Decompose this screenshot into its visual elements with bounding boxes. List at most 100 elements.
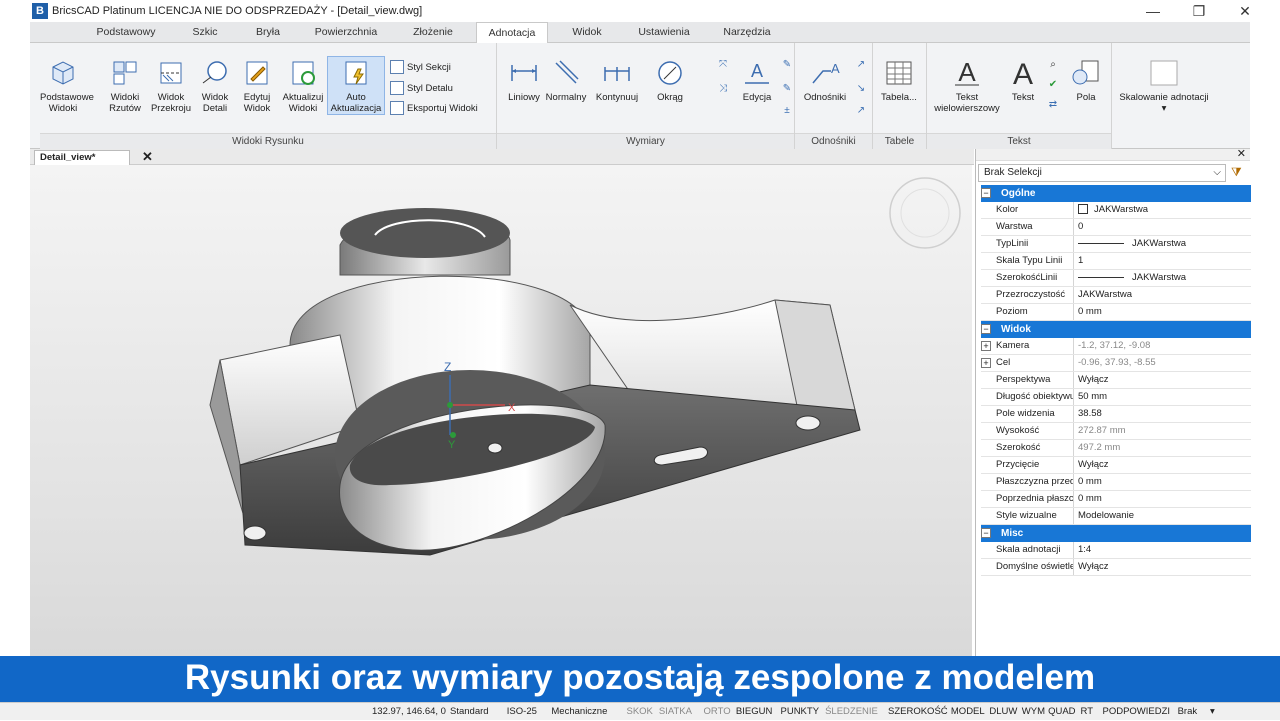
status-toggle[interactable]: SZEROKOŚĆ	[888, 703, 948, 721]
status-toggle[interactable]: ŚLEDZENIE	[825, 703, 878, 721]
dim-style-icon[interactable]: ✎	[779, 59, 795, 73]
property-value[interactable]: JAKWarstwa	[1078, 236, 1186, 252]
find-text-icon[interactable]: ⌕	[1045, 59, 1061, 73]
property-row[interactable]: Długość obiektywu 50 mm	[981, 389, 1251, 406]
status-toggle[interactable]: SKOK	[627, 703, 653, 721]
normalny-button[interactable]: Normalny	[543, 57, 589, 103]
pola-button[interactable]: Pola	[1065, 57, 1107, 103]
edycja-button[interactable]: A Edycja	[734, 57, 780, 103]
property-row[interactable]: Skala Typu Linii 1	[981, 253, 1251, 270]
property-row[interactable]: Wysokość 272.87 mm	[981, 423, 1251, 440]
widok-przekroju-button[interactable]: Widok Przekroju	[148, 57, 194, 114]
dim-tool-icon[interactable]: ⤧	[715, 59, 731, 73]
tab-powierzchnia[interactable]: Powierzchnia	[302, 22, 390, 43]
status-toggle[interactable]: QUAD	[1048, 703, 1075, 721]
filter-icon[interactable]: ⧩	[1231, 165, 1247, 181]
property-value[interactable]: 50 mm	[1078, 389, 1107, 405]
auto-aktualizacja-button[interactable]: Auto Aktualizacja	[327, 56, 385, 115]
skalowanie-adnotacji-button[interactable]: Skalowanie adnotacji ▾	[1115, 57, 1213, 114]
status-toggle[interactable]: Standard	[450, 703, 489, 721]
tabela-button[interactable]: Tabela...	[876, 57, 922, 103]
status-toggle[interactable]: PODPOWIEDZI	[1103, 703, 1171, 721]
dim-style-icon[interactable]: ±	[779, 105, 795, 119]
tab-zlozenie[interactable]: Złożenie	[394, 22, 472, 43]
tab-ustawienia[interactable]: Ustawienia	[624, 22, 704, 43]
property-row[interactable]: Domyślne oświetlenie Wyłącz	[981, 559, 1251, 576]
close-tab-icon[interactable]: ✕	[142, 149, 153, 165]
property-value[interactable]: -0.96, 37.93, -8.55	[1078, 355, 1156, 371]
tekst-button[interactable]: A Tekst	[1003, 57, 1043, 103]
widoki-rzutow-button[interactable]: Widoki Rzutów	[102, 57, 148, 114]
status-toggle[interactable]: DLUW	[989, 703, 1017, 721]
view-compass[interactable]	[889, 177, 961, 249]
property-row[interactable]: Skala adnotacji 1:4	[981, 542, 1251, 559]
property-value[interactable]: Wyłącz	[1078, 372, 1109, 388]
tab-adnotacja[interactable]: Adnotacja	[476, 22, 548, 44]
property-value[interactable]: 1:4	[1078, 542, 1091, 558]
tab-narzedzia[interactable]: Narzędzia	[710, 22, 784, 43]
odnosniki-button[interactable]: A Odnośniki	[799, 57, 851, 103]
minimize-button[interactable]: —	[1130, 0, 1176, 22]
status-toggle[interactable]: SIATKA	[659, 703, 692, 721]
property-section[interactable]: − Misc	[981, 525, 1251, 542]
podstawowe-widoki-button[interactable]: Podstawowe Widoki	[40, 57, 94, 114]
property-row[interactable]: Perspektywa Wyłącz	[981, 372, 1251, 389]
status-toggle[interactable]: ▾	[1210, 703, 1215, 721]
selection-dropdown[interactable]: Brak Selekcji ⌵	[978, 164, 1226, 182]
collapse-icon[interactable]: −	[981, 324, 991, 334]
tab-podstawowy[interactable]: Podstawowy	[82, 22, 170, 43]
property-value[interactable]: 272.87 mm	[1078, 423, 1126, 439]
property-value[interactable]: 0 mm	[1078, 304, 1102, 320]
expand-icon[interactable]: +	[981, 358, 991, 368]
property-value[interactable]: JAKWarstwa	[1078, 287, 1132, 303]
property-value[interactable]: JAKWarstwa	[1078, 202, 1148, 218]
dim-tool-icon[interactable]: ⤨	[715, 83, 731, 97]
status-toggle[interactable]: ISO-25	[507, 703, 537, 721]
tekst-wielowierszowy-button[interactable]: A Tekst wielowierszowy	[930, 57, 1004, 114]
property-value[interactable]: JAKWarstwa	[1078, 270, 1186, 286]
status-toggle[interactable]: WYM	[1022, 703, 1045, 721]
edytuj-widok-button[interactable]: Edytuj Widok	[234, 57, 280, 114]
property-value[interactable]: 497.2 mm	[1078, 440, 1120, 456]
property-row[interactable]: Poprzednia płaszczyzna 0 mm	[981, 491, 1251, 508]
status-toggle[interactable]: MODEL	[951, 703, 985, 721]
property-value[interactable]: 38.58	[1078, 406, 1102, 422]
model-viewport[interactable]: Z X Y	[30, 165, 972, 656]
property-row[interactable]: + Kamera -1.2, 37.12, -9.08	[981, 338, 1251, 355]
collapse-icon[interactable]: −	[981, 528, 991, 538]
property-row[interactable]: Pole widzenia 38.58	[981, 406, 1251, 423]
styl-detalu-button[interactable]: Styl Detalu	[390, 81, 453, 95]
status-toggle[interactable]: PUNKTY	[781, 703, 820, 721]
status-toggle[interactable]: RT	[1081, 703, 1094, 721]
tab-widok[interactable]: Widok	[554, 22, 620, 43]
okrag-button[interactable]: Okrąg	[647, 57, 693, 103]
leader-align-icon[interactable]: ↘	[853, 83, 869, 97]
aktualizuj-widoki-button[interactable]: Aktualizuj Widoki	[280, 57, 326, 114]
close-panel-icon[interactable]: ✕	[1237, 147, 1246, 160]
eksportuj-widoki-button[interactable]: Eksportuj Widoki	[390, 101, 478, 115]
liniowy-button[interactable]: Liniowy	[501, 57, 547, 103]
status-toggle[interactable]: ORTO	[704, 703, 731, 721]
status-toggle[interactable]: BIEGUN	[736, 703, 772, 721]
property-row[interactable]: SzerokośćLinii JAKWarstwa	[981, 270, 1251, 287]
property-value[interactable]: Wyłącz	[1078, 559, 1109, 575]
tab-bryla[interactable]: Bryła	[238, 22, 298, 43]
document-tab[interactable]: Detail_view*	[34, 150, 130, 165]
leader-add-icon[interactable]: ↗	[853, 59, 869, 73]
property-value[interactable]: -1.2, 37.12, -9.08	[1078, 338, 1150, 354]
tab-szkic[interactable]: Szkic	[175, 22, 235, 43]
property-row[interactable]: TypLinii JAKWarstwa	[981, 236, 1251, 253]
property-row[interactable]: Szerokość 497.2 mm	[981, 440, 1251, 457]
expand-icon[interactable]: +	[981, 341, 991, 351]
leader-collect-icon[interactable]: ↗	[853, 105, 869, 119]
property-row[interactable]: Płaszczyzna przednia 0 mm	[981, 474, 1251, 491]
property-row[interactable]: Kolor JAKWarstwa	[981, 202, 1251, 219]
kontynuuj-button[interactable]: Kontynuuj	[591, 57, 643, 103]
property-row[interactable]: Poziom 0 mm	[981, 304, 1251, 321]
property-section[interactable]: − Ogólne	[981, 185, 1251, 202]
property-value[interactable]: 0	[1078, 219, 1083, 235]
property-value[interactable]: 0 mm	[1078, 474, 1102, 490]
status-toggle[interactable]: Brak	[1178, 703, 1198, 721]
dim-style-icon[interactable]: ✎	[779, 83, 795, 97]
property-row[interactable]: Warstwa 0	[981, 219, 1251, 236]
